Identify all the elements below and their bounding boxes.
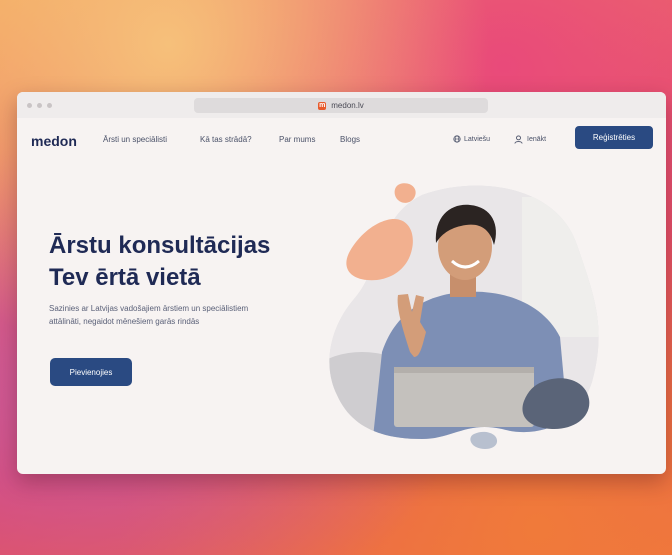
language-selector[interactable]: Latviešu [453,135,490,143]
hero-illustration [329,183,599,450]
nav-link-specialists[interactable]: Ārsti un speciālisti [103,135,167,144]
address-bar[interactable]: m medon.lv [194,98,488,113]
hero-title-line-2: Tev ērtā vietā [49,264,201,291]
join-button[interactable]: Pievienojies [50,358,132,386]
hero-title: Ārstu konsultācijas Tev ērtā vietā [49,230,339,294]
maximize-dot[interactable] [47,103,52,108]
browser-titlebar: m medon.lv [17,92,666,118]
globe-icon [453,135,461,143]
user-icon [514,135,523,144]
login-label: Ienākt [527,136,547,143]
address-url: medon.lv [331,101,364,110]
browser-window: m medon.lv medon Ārsti un speciālisti Kā… [17,92,666,474]
hero-description: Sazinies ar Latvijas vadošajiem ārstiem … [49,304,249,326]
window-controls [27,103,52,108]
login-link[interactable]: Ienākt [514,135,546,144]
hero-title-line-1: Ārstu konsultācijas [49,232,271,259]
register-button[interactable]: Reģistrēties [575,126,653,149]
language-label: Latviešu [464,135,491,143]
minimize-dot[interactable] [37,103,42,108]
site-logo[interactable]: medon [31,133,77,149]
close-dot[interactable] [27,103,32,108]
site-favicon-icon: m [318,101,327,110]
nav-link-how-it-works[interactable]: Kā tas strādā? [200,135,252,144]
site-header: medon Ārsti un speciālisti Kā tas strādā… [17,124,666,156]
slate-blob-small [470,431,498,450]
nav-link-blog[interactable]: Blogs [340,135,360,144]
peach-blob-small [394,183,416,203]
nav-link-about[interactable]: Par mums [279,135,315,144]
